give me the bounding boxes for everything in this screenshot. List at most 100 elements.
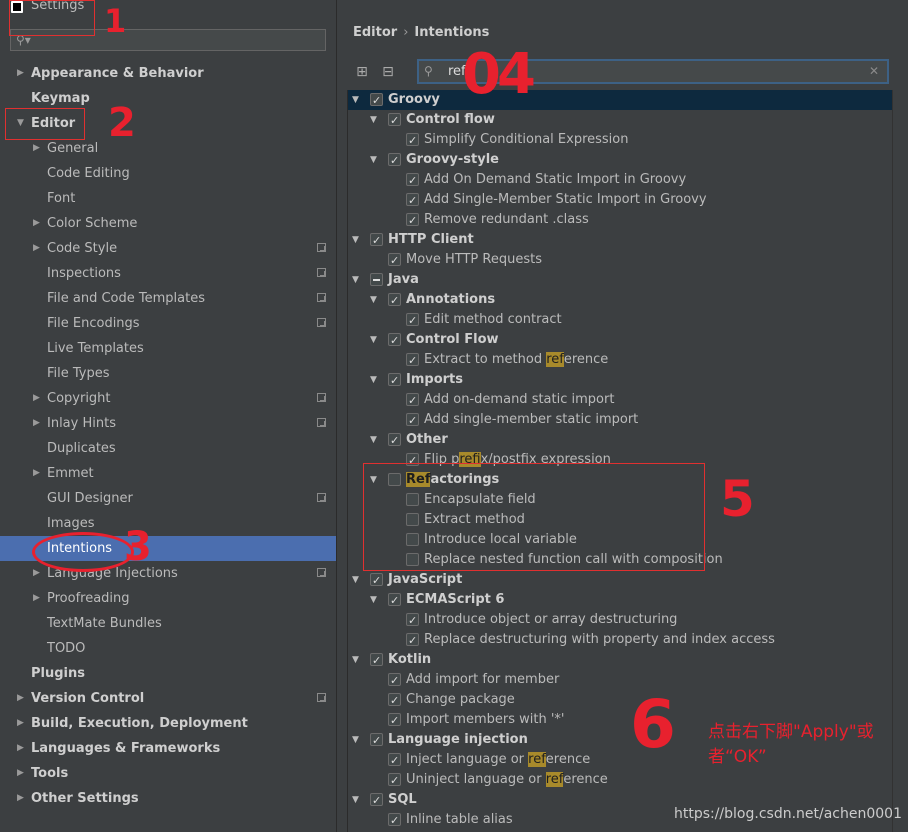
intention-checkbox[interactable] [388, 331, 401, 351]
intention-checkbox[interactable] [370, 91, 383, 111]
intention-row[interactable]: Replace destructuring with property and … [348, 630, 893, 651]
chevron-down-icon[interactable]: ▼ [370, 110, 377, 130]
chevron-right-icon[interactable]: ▶ [33, 236, 40, 261]
intention-row[interactable]: Move HTTP Requests [348, 250, 893, 271]
sidebar-item[interactable]: ▶ Other Settings [0, 786, 336, 811]
intention-checkbox[interactable] [388, 711, 401, 731]
intention-checkbox[interactable] [388, 671, 401, 691]
chevron-down-icon[interactable]: ▼ [352, 650, 359, 670]
sidebar-item[interactable]: ▶ Build, Execution, Deployment [0, 711, 336, 736]
sidebar-item[interactable]: ▶ Proofreading [0, 586, 336, 611]
chevron-right-icon[interactable]: ▶ [17, 736, 24, 761]
chevron-right-icon[interactable]: ▶ [17, 711, 24, 736]
intention-row[interactable]: ▼ Annotations [348, 290, 893, 311]
intention-checkbox[interactable] [406, 351, 419, 371]
sidebar-item[interactable]: Font [0, 186, 336, 211]
chevron-right-icon[interactable]: ▶ [33, 586, 40, 611]
intention-row[interactable]: Edit method contract [348, 310, 893, 331]
sidebar-item[interactable]: Plugins [0, 661, 336, 686]
chevron-down-icon[interactable]: ▼ [352, 730, 359, 750]
intention-row[interactable]: Add import for member [348, 670, 893, 691]
intention-checkbox[interactable] [388, 811, 401, 831]
intention-checkbox[interactable] [370, 273, 383, 286]
intention-row[interactable]: Simplify Conditional Expression [348, 130, 893, 151]
intention-checkbox[interactable] [388, 691, 401, 711]
chevron-down-icon[interactable]: ▼ [370, 590, 377, 610]
chevron-down-icon[interactable]: ▼ [352, 90, 359, 110]
intention-row[interactable]: ▼ Control flow [348, 110, 893, 131]
intention-checkbox[interactable] [406, 171, 419, 191]
intention-checkbox[interactable] [370, 231, 383, 251]
chevron-down-icon[interactable]: ▼ [352, 230, 359, 250]
chevron-right-icon[interactable]: ▶ [33, 211, 40, 236]
breadcrumb-parent[interactable]: Editor [353, 25, 397, 40]
sidebar-item[interactable]: Code Editing [0, 161, 336, 186]
intention-row[interactable]: Change package [348, 690, 893, 711]
intention-checkbox[interactable] [406, 631, 419, 651]
sidebar-item[interactable]: TextMate Bundles [0, 611, 336, 636]
sidebar-item[interactable]: ▶ Appearance & Behavior [0, 61, 336, 86]
chevron-down-icon[interactable]: ▼ [370, 330, 377, 350]
intention-checkbox[interactable] [388, 111, 401, 131]
intention-row[interactable]: Add On Demand Static Import in Groovy [348, 170, 893, 191]
intention-checkbox[interactable] [370, 731, 383, 751]
intention-checkbox[interactable] [406, 611, 419, 631]
sidebar-item[interactable]: ▶ Tools [0, 761, 336, 786]
sidebar-item[interactable]: File Types [0, 361, 336, 386]
intention-checkbox[interactable] [388, 251, 401, 271]
intention-checkbox[interactable] [388, 371, 401, 391]
intention-row[interactable]: ▼ Other [348, 430, 893, 451]
sidebar-item[interactable]: ▶ Languages & Frameworks [0, 736, 336, 761]
intention-checkbox[interactable] [370, 571, 383, 591]
intention-checkbox[interactable] [388, 751, 401, 771]
intention-checkbox[interactable] [370, 651, 383, 671]
chevron-down-icon[interactable]: ▼ [352, 270, 359, 290]
chevron-down-icon[interactable]: ▼ [370, 290, 377, 310]
intention-checkbox[interactable] [388, 771, 401, 791]
intention-row[interactable]: Extract to method reference [348, 350, 893, 371]
intention-checkbox[interactable] [388, 291, 401, 311]
sidebar-item[interactable]: File and Code Templates [0, 286, 336, 311]
intention-row[interactable]: Remove redundant .class [348, 210, 893, 231]
sidebar-item[interactable]: Live Templates [0, 336, 336, 361]
intention-row[interactable]: ▼ Groovy-style [348, 150, 893, 171]
intention-checkbox[interactable] [406, 311, 419, 331]
intention-checkbox[interactable] [406, 131, 419, 151]
chevron-down-icon[interactable]: ▼ [370, 430, 377, 450]
intention-row[interactable]: ▼ JavaScript [348, 570, 893, 591]
chevron-down-icon[interactable]: ▼ [352, 790, 359, 810]
chevron-right-icon[interactable]: ▶ [33, 411, 40, 436]
intention-row[interactable]: Introduce object or array destructuring [348, 610, 893, 631]
sidebar-item[interactable]: ▶ Inlay Hints [0, 411, 336, 436]
intention-row[interactable]: ▼ ECMAScript 6 [348, 590, 893, 611]
sidebar-item[interactable]: TODO [0, 636, 336, 661]
intention-checkbox[interactable] [406, 211, 419, 231]
clear-search-icon[interactable]: ✕ [869, 64, 879, 78]
intention-row[interactable]: ▼ Groovy [348, 90, 893, 111]
intention-checkbox[interactable] [388, 591, 401, 611]
chevron-right-icon[interactable]: ▶ [17, 686, 24, 711]
chevron-right-icon[interactable]: ▶ [33, 386, 40, 411]
intention-row[interactable]: Add Single-Member Static Import in Groov… [348, 190, 893, 211]
intention-row[interactable]: Uninject language or reference [348, 770, 893, 791]
expand-all-icon[interactable]: ⊞ [355, 65, 369, 79]
sidebar-item[interactable]: Duplicates [0, 436, 336, 461]
chevron-down-icon[interactable]: ▼ [370, 150, 377, 170]
chevron-right-icon[interactable]: ▶ [17, 61, 24, 86]
collapse-all-icon[interactable]: ⊟ [381, 65, 395, 79]
intention-row[interactable]: Add single-member static import [348, 410, 893, 431]
sidebar-item[interactable]: Inspections [0, 261, 336, 286]
vertical-scrollbar[interactable] [892, 90, 908, 832]
intention-checkbox[interactable] [406, 411, 419, 431]
sidebar-item[interactable]: GUI Designer [0, 486, 336, 511]
intention-checkbox[interactable] [406, 391, 419, 411]
intention-checkbox[interactable] [406, 191, 419, 211]
intention-row[interactable]: ▼ Control Flow [348, 330, 893, 351]
chevron-right-icon[interactable]: ▶ [17, 761, 24, 786]
sidebar-item[interactable]: ▶ Code Style [0, 236, 336, 261]
chevron-down-icon[interactable]: ▼ [370, 370, 377, 390]
chevron-right-icon[interactable]: ▶ [33, 461, 40, 486]
sidebar-item[interactable]: ▶ Emmet [0, 461, 336, 486]
intention-row[interactable]: ▼ Kotlin [348, 650, 893, 671]
intention-checkbox[interactable] [370, 791, 383, 811]
